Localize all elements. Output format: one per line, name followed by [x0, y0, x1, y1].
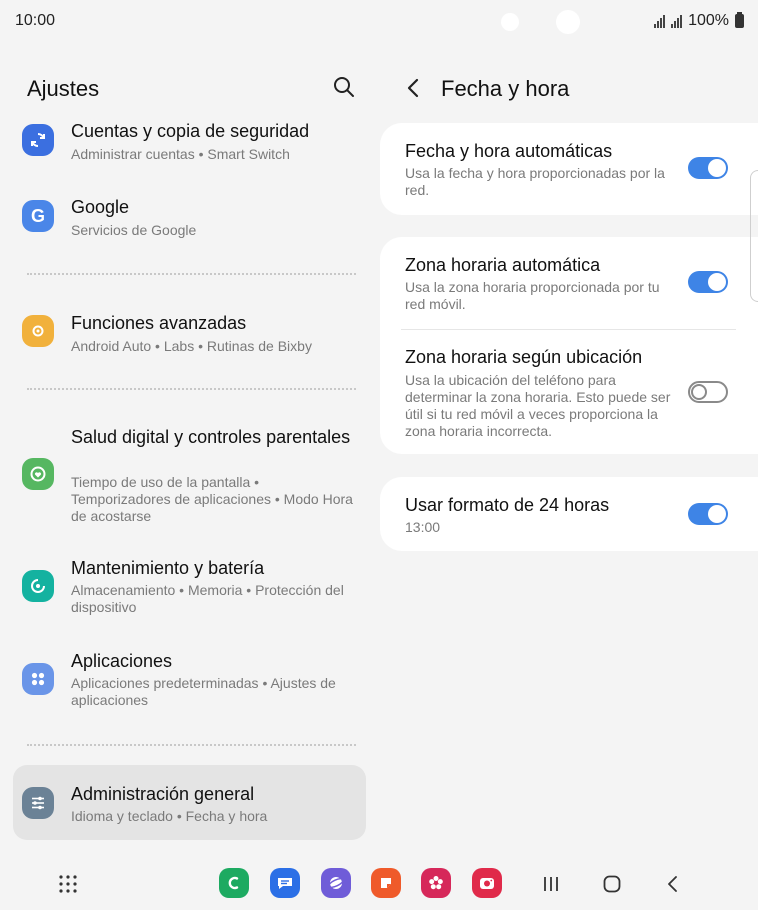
- status-indicators: 100%: [654, 12, 744, 30]
- item-title: Salud digital y controles parentales: [71, 427, 351, 447]
- card-24h-format: Usar formato de 24 horas 13:00: [380, 477, 758, 551]
- row-subtitle: Usa la zona horaria proporcionada por tu…: [405, 279, 660, 312]
- section-divider: [27, 744, 356, 746]
- settings-item-general-management[interactable]: Administración general Idioma y teclado …: [13, 765, 366, 840]
- item-title: Cuentas y copia de seguridad: [71, 121, 310, 141]
- internet-icon[interactable]: [321, 868, 351, 898]
- settings-item-device-care[interactable]: Mantenimiento y batería Almacenamiento •…: [13, 557, 366, 621]
- google-icon: G: [22, 200, 54, 232]
- sync-icon: [22, 124, 54, 156]
- gallery-icon[interactable]: [421, 868, 451, 898]
- item-subtitle: Almacenamiento • Memoria • Protección de…: [71, 582, 344, 615]
- setting-row-zone-location[interactable]: Zona horaria según ubicación Usa la ubic…: [380, 330, 758, 454]
- format24-toggle[interactable]: [688, 503, 728, 525]
- camera-hole-main: [556, 10, 580, 34]
- zone-location-toggle[interactable]: [688, 381, 728, 403]
- row-subtitle: Usa la fecha y hora proporcionadas por l…: [405, 165, 665, 198]
- row-subtitle: 13:00: [405, 519, 441, 535]
- item-title: Funciones avanzadas: [71, 313, 247, 333]
- section-divider: [27, 273, 356, 275]
- app-drawer-icon[interactable]: [58, 874, 78, 894]
- notes-icon[interactable]: [371, 868, 401, 898]
- wellbeing-icon: [22, 458, 54, 490]
- edge-panel-handle[interactable]: [750, 170, 758, 302]
- item-subtitle: Idioma y teclado • Fecha y hora: [71, 808, 268, 824]
- device-care-icon: [22, 570, 54, 602]
- battery-icon: [735, 12, 744, 28]
- sliders-icon: [22, 787, 54, 819]
- taskbar: [0, 852, 758, 910]
- card-auto-datetime: Fecha y hora automáticas Usa la fecha y …: [380, 123, 758, 215]
- home-icon[interactable]: [602, 874, 622, 894]
- page-title: Ajustes: [27, 76, 100, 101]
- camera-icon[interactable]: [472, 868, 502, 898]
- item-subtitle: Aplicaciones predeterminadas • Ajustes d…: [71, 675, 336, 708]
- phone-icon[interactable]: [219, 868, 249, 898]
- item-subtitle: Administrar cuentas • Smart Switch: [71, 146, 290, 162]
- apps-grid-icon: [22, 663, 54, 695]
- row-title: Zona horaria automática: [405, 255, 601, 275]
- status-time: 10:00: [15, 12, 56, 29]
- search-icon[interactable]: [332, 75, 356, 99]
- item-title: Aplicaciones: [71, 651, 173, 671]
- row-subtitle: Usa la ubicación del teléfono para deter…: [405, 372, 671, 439]
- auto-zone-toggle[interactable]: [688, 271, 728, 293]
- item-subtitle: Android Auto • Labs • Rutinas de Bixby: [71, 338, 312, 354]
- back-arrow-icon[interactable]: [403, 76, 425, 100]
- settings-item-apps[interactable]: Aplicaciones Aplicaciones predeterminada…: [13, 650, 366, 714]
- messages-icon[interactable]: [270, 868, 300, 898]
- card-time-zone: Zona horaria automática Usa la zona hora…: [380, 237, 758, 454]
- status-bar: 10:00 100%: [0, 0, 758, 44]
- setting-row-auto-datetime[interactable]: Fecha y hora automáticas Usa la fecha y …: [380, 123, 758, 215]
- settings-item-digital-wellbeing[interactable]: Salud digital y controles parentales Tie…: [13, 426, 366, 530]
- settings-item-google[interactable]: G Google Servicios de Google: [13, 194, 366, 248]
- setting-row-24h-format[interactable]: Usar formato de 24 horas 13:00: [380, 477, 758, 551]
- settings-item-advanced-features[interactable]: Funciones avanzadas Android Auto • Labs …: [13, 310, 366, 364]
- item-subtitle: Tiempo de uso de la pantalla • Temporiza…: [71, 474, 353, 524]
- back-nav-icon[interactable]: [663, 874, 683, 894]
- signal-icon-2: [671, 14, 683, 28]
- item-title: Administración general: [71, 784, 255, 804]
- settings-item-accounts-backup[interactable]: Cuentas y copia de seguridad Administrar…: [13, 118, 366, 172]
- row-title: Usar formato de 24 horas: [405, 495, 610, 515]
- settings-panel: Ajustes Cuentas y copia de seguridad Adm…: [0, 44, 378, 852]
- item-subtitle: Servicios de Google: [71, 222, 197, 238]
- setting-row-auto-zone[interactable]: Zona horaria automática Usa la zona hora…: [380, 237, 758, 329]
- battery-level: 100%: [688, 12, 729, 29]
- detail-title: Fecha y hora: [441, 76, 570, 101]
- recent-apps-icon[interactable]: [541, 874, 561, 894]
- item-title: Mantenimiento y batería: [71, 558, 265, 578]
- camera-hole: [501, 13, 519, 31]
- puzzle-gear-icon: [22, 315, 54, 347]
- auto-datetime-toggle[interactable]: [688, 157, 728, 179]
- signal-icon: [654, 14, 666, 28]
- section-divider: [27, 388, 356, 390]
- row-title: Zona horaria según ubicación: [405, 347, 643, 367]
- row-title: Fecha y hora automáticas: [405, 141, 613, 161]
- item-title: Google: [71, 197, 130, 217]
